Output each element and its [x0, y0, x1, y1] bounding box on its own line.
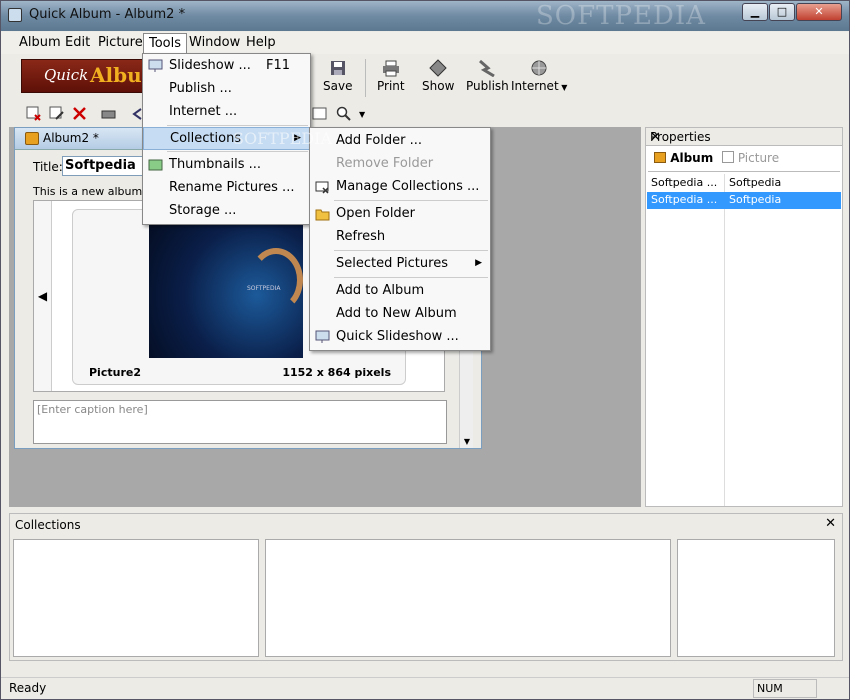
status-bar: Ready NUM — [1, 677, 849, 699]
album-icon — [25, 132, 39, 145]
menu-item-remove-folder: Remove Folder — [336, 156, 434, 171]
menu-item-refresh[interactable]: Refresh — [310, 226, 490, 249]
close-icon[interactable]: ✕ — [825, 516, 836, 531]
picture-name: Picture2 — [89, 366, 141, 379]
slideshow-icon — [315, 330, 330, 343]
zoom-dropdown-icon[interactable]: ▼ — [359, 110, 365, 119]
print-button[interactable]: Print — [377, 59, 405, 93]
manage-collections-icon — [315, 181, 329, 194]
collections-list[interactable] — [265, 539, 671, 657]
chevron-down-icon[interactable]: ▼ — [559, 83, 567, 92]
menu-item-slideshow[interactable]: Slideshow ... F11 — [143, 55, 310, 78]
menu-item-add-folder[interactable]: Add Folder ... — [310, 130, 490, 153]
title-label: Title: — [33, 160, 63, 174]
app-logo: Quick Album — [21, 59, 163, 93]
album-description[interactable]: This is a new album. — [33, 185, 146, 198]
menu-item-internet[interactable]: Internet ... — [143, 101, 310, 124]
tools-menu: Slideshow ... F11 Publish ... Internet ..… — [142, 53, 311, 225]
collections-panel: Collections ✕ — [9, 513, 843, 661]
thumbnails-icon — [148, 159, 163, 171]
publish-icon — [479, 59, 496, 77]
tab-picture[interactable]: Picture — [722, 151, 779, 165]
menu-item-publish[interactable]: Publish ... — [143, 78, 310, 101]
swirl-shape — [249, 248, 303, 312]
menu-bar: Album Edit Picture Tools Window Help — [1, 32, 849, 54]
minimize-button[interactable]: ▁ — [742, 3, 768, 21]
properties-tabs: Album Picture — [648, 148, 840, 172]
tab-album[interactable]: Album — [654, 151, 713, 165]
publish-button[interactable]: Publish — [466, 59, 509, 93]
print-icon — [382, 60, 399, 77]
print-small-icon[interactable] — [100, 105, 117, 122]
collections-preview[interactable] — [677, 539, 835, 657]
globe-icon — [531, 60, 547, 76]
menu-window[interactable]: Window — [189, 35, 240, 50]
slideshow-icon — [148, 59, 163, 72]
collections-submenu: Add Folder ... Remove Folder Manage Coll… — [309, 127, 491, 351]
internet-button[interactable]: Internet ▼ — [511, 59, 567, 93]
properties-icon[interactable] — [311, 105, 328, 122]
picture-size: 1152 x 864 pixels — [282, 366, 391, 379]
save-button[interactable]: Save — [323, 59, 352, 93]
scroll-down-icon[interactable]: ▼ — [460, 437, 474, 446]
close-button[interactable]: ✕ — [796, 3, 842, 21]
delete-picture-icon[interactable] — [71, 105, 88, 122]
main-window: Quick Album - Album2 * SOFTPEDIA ▁ □ ✕ A… — [0, 0, 850, 700]
property-row[interactable]: Softpedia ... Softpedia — [647, 175, 841, 192]
menu-picture[interactable]: Picture — [98, 35, 143, 50]
new-picture-icon[interactable] — [25, 105, 42, 122]
menu-item-add-to-new-album[interactable]: Add to New Album — [310, 303, 490, 326]
menu-item-thumbnails[interactable]: Thumbnails ... — [143, 154, 310, 177]
menu-tools[interactable]: Tools — [143, 33, 188, 54]
title-bar: Quick Album - Album2 * SOFTPEDIA ▁ □ ✕ — [1, 1, 849, 31]
app-icon — [8, 8, 22, 22]
menu-item-storage[interactable]: Storage ... — [143, 200, 310, 223]
menu-item-quick-slideshow[interactable]: Quick Slideshow ... — [310, 326, 490, 349]
edit-picture-icon[interactable] — [48, 105, 65, 122]
previous-picture-button[interactable]: ◀ — [34, 201, 52, 391]
picture-tab-icon — [722, 151, 734, 163]
watermark: SOFTPEDIA — [536, 1, 706, 31]
show-button[interactable]: Show — [422, 59, 454, 93]
window-title: Quick Album - Album2 * — [29, 7, 186, 22]
properties-panel: Properties ✕ Album Picture Softpedia ...… — [645, 127, 843, 507]
menu-item-add-to-album[interactable]: Add to Album — [310, 280, 490, 303]
num-lock-indicator: NUM — [753, 679, 817, 698]
submenu-arrow-icon: ▶ — [475, 258, 482, 268]
caption-field[interactable]: [Enter caption here] — [33, 400, 447, 444]
submenu-arrow-icon: ▶ — [294, 133, 301, 143]
menu-album[interactable]: Album — [19, 35, 61, 50]
menu-item-manage-collections[interactable]: Manage Collections ... — [310, 176, 490, 199]
save-icon — [330, 61, 345, 75]
picture-thumbnail[interactable]: SOFTPEDIA — [149, 218, 303, 358]
collections-tree[interactable] — [13, 539, 259, 657]
album-window-title: Album2 * — [43, 131, 99, 145]
zoom-icon[interactable] — [335, 105, 352, 122]
collections-header: Collections — [15, 518, 81, 532]
status-text: Ready — [9, 681, 47, 695]
album-tab-icon — [654, 152, 666, 163]
menu-item-rename-pictures[interactable]: Rename Pictures ... — [143, 177, 310, 200]
show-icon — [429, 59, 447, 77]
menu-item-collections[interactable]: Collections ▶ — [143, 127, 310, 150]
property-row-selected[interactable]: Softpedia ... Softpedia — [647, 192, 841, 209]
menu-edit[interactable]: Edit — [65, 35, 90, 50]
menu-help[interactable]: Help — [246, 35, 276, 50]
close-icon[interactable]: ✕ — [650, 130, 838, 145]
menu-item-selected-pictures[interactable]: Selected Pictures ▶ — [310, 253, 490, 276]
maximize-button[interactable]: □ — [769, 3, 795, 21]
folder-icon — [315, 209, 330, 221]
menu-item-open-folder[interactable]: Open Folder — [310, 203, 490, 226]
